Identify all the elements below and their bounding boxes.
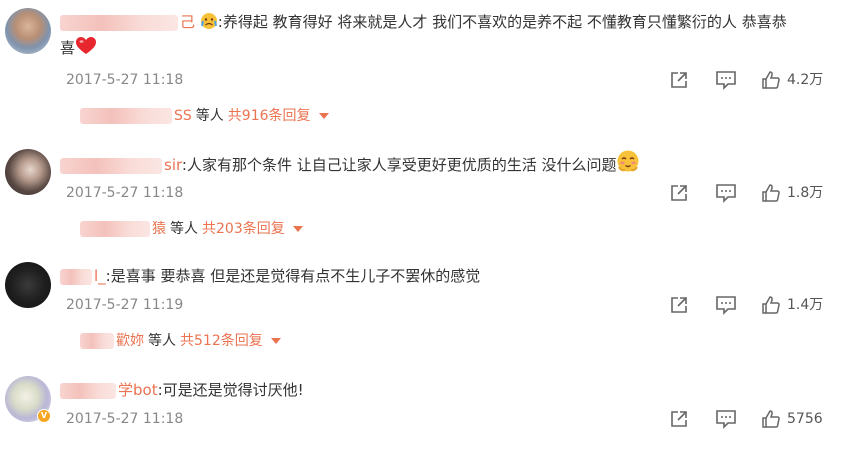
username[interactable]: 学bot xyxy=(118,381,158,399)
comment-button[interactable] xyxy=(715,68,737,92)
blurred-username[interactable] xyxy=(60,382,116,399)
thumbs-up-icon xyxy=(761,70,781,90)
comment-text: :人家有那个条件 让自己让家人享受更好更优质的生活 没什么问题 xyxy=(181,156,617,174)
comment-body: 学bot:可是还是觉得讨厌他! xyxy=(60,376,827,404)
comment-item: V 学bot:可是还是觉得讨厌他! 2017-5-27 11:18 5756 xyxy=(0,359,847,449)
comment-button[interactable] xyxy=(715,407,737,431)
share-icon xyxy=(669,295,689,315)
blushing-emoji-icon xyxy=(616,149,640,182)
reply-total-link[interactable]: 共203条回复 xyxy=(202,217,285,241)
comment-meta: 2017-5-27 11:18 1.8万 xyxy=(66,181,829,205)
comment-icon xyxy=(715,70,737,90)
caret-down-icon[interactable] xyxy=(318,113,329,119)
comment-meta: 2017-5-27 11:19 1.4万 xyxy=(66,293,829,317)
comment-meta: 2017-5-27 11:18 5756 xyxy=(66,407,829,431)
thumbs-up-icon xyxy=(761,183,781,203)
reply-user-suffix: 猿 xyxy=(152,221,166,237)
reply-total-link[interactable]: 共512条回复 xyxy=(180,329,263,353)
reply-total-link[interactable]: 共916条回复 xyxy=(228,104,311,128)
comment-date: 2017-5-27 11:19 xyxy=(66,297,184,313)
comment-button[interactable] xyxy=(715,293,737,317)
comment-actions: 1.8万 xyxy=(669,181,829,205)
comment-item: l_:是喜事 要恭喜 但是还是觉得有点不生儿子不罢休的感觉 2017-5-27 … xyxy=(0,247,847,359)
share-button[interactable] xyxy=(669,293,689,317)
reply-others-label: 等人 xyxy=(170,221,198,237)
comment-text: :是喜事 要恭喜 但是还是觉得有点不生儿子不罢休的感觉 xyxy=(105,267,481,285)
blurred-username[interactable] xyxy=(60,268,92,285)
blurred-username[interactable] xyxy=(60,14,178,31)
blurred-reply-name xyxy=(80,221,150,237)
username[interactable]: 己 xyxy=(180,13,195,31)
thumbs-up-icon xyxy=(761,409,781,429)
blurred-reply-name xyxy=(80,333,114,349)
comment-meta: 2017-5-27 11:18 4.2万 xyxy=(66,68,829,92)
avatar[interactable] xyxy=(5,8,51,54)
caret-down-icon[interactable] xyxy=(292,226,303,232)
heart-icon xyxy=(75,36,97,65)
comment-icon xyxy=(715,295,737,315)
comment-text: :可是还是觉得讨厌他! xyxy=(157,381,304,399)
comment-body-cont: 喜 xyxy=(60,34,827,65)
comment-icon xyxy=(715,409,737,429)
comment-body: sir:人家有那个条件 让自己让家人享受更好更优质的生活 没什么问题 xyxy=(60,149,827,182)
comment-body: l_:是喜事 要恭喜 但是还是觉得有点不生儿子不罢休的感觉 xyxy=(60,262,827,290)
comment-date: 2017-5-27 11:18 xyxy=(66,72,184,88)
comment-button[interactable] xyxy=(715,181,737,205)
share-button[interactable] xyxy=(669,181,689,205)
reply-user-suffix: 歡妳 xyxy=(116,333,144,349)
comment-text-cont: 喜 xyxy=(60,39,76,57)
username[interactable]: l_ xyxy=(94,267,106,285)
blurred-username[interactable] xyxy=(60,157,162,174)
comment-item: sir:人家有那个条件 让自己让家人享受更好更优质的生活 没什么问题 2017-… xyxy=(0,135,847,247)
share-icon xyxy=(669,409,689,429)
comment-date: 2017-5-27 11:18 xyxy=(66,185,184,201)
reply-summary[interactable]: 歡妳 等人 共512条回复 xyxy=(80,329,281,353)
caret-down-icon[interactable] xyxy=(270,338,281,344)
comment-actions: 1.4万 xyxy=(669,293,829,317)
avatar[interactable] xyxy=(5,149,51,195)
comment-actions: 4.2万 xyxy=(669,68,829,92)
verified-badge-icon: V xyxy=(37,409,51,423)
comment-actions: 5756 xyxy=(669,407,829,431)
reply-user-suffix: SS xyxy=(174,108,192,124)
like-count: 1.4万 xyxy=(787,297,824,313)
like-button[interactable]: 5756 xyxy=(761,407,823,431)
like-button[interactable]: 4.2万 xyxy=(761,68,823,92)
comment-item: 己 :养得起 教育得好 将来就是人才 我们不喜欢的是养不起 不懂教育只懂繁衍的人… xyxy=(0,0,847,135)
share-button[interactable] xyxy=(669,407,689,431)
like-count: 4.2万 xyxy=(787,72,824,88)
comment-icon xyxy=(715,183,737,203)
share-button[interactable] xyxy=(669,68,689,92)
share-icon xyxy=(669,70,689,90)
username[interactable]: sir xyxy=(164,156,182,174)
like-count: 5756 xyxy=(787,411,823,427)
comment-date: 2017-5-27 11:18 xyxy=(66,411,184,427)
reply-summary[interactable]: 猿 等人 共203条回复 xyxy=(80,217,303,241)
blurred-reply-name xyxy=(80,108,172,124)
like-count: 1.8万 xyxy=(787,185,824,201)
like-button[interactable]: 1.4万 xyxy=(761,293,823,317)
thumbs-up-icon xyxy=(761,295,781,315)
avatar[interactable] xyxy=(5,262,51,308)
comment-feed: 己 :养得起 教育得好 将来就是人才 我们不喜欢的是养不起 不懂教育只懂繁衍的人… xyxy=(0,0,847,449)
reply-others-label: 等人 xyxy=(195,108,224,124)
comment-text: :养得起 教育得好 将来就是人才 我们不喜欢的是养不起 不懂教育只懂繁衍的人 恭… xyxy=(217,13,787,31)
share-icon xyxy=(669,183,689,203)
reply-summary[interactable]: SS 等人 共916条回复 xyxy=(80,104,329,128)
like-button[interactable]: 1.8万 xyxy=(761,181,823,205)
reply-others-label: 等人 xyxy=(148,333,176,349)
